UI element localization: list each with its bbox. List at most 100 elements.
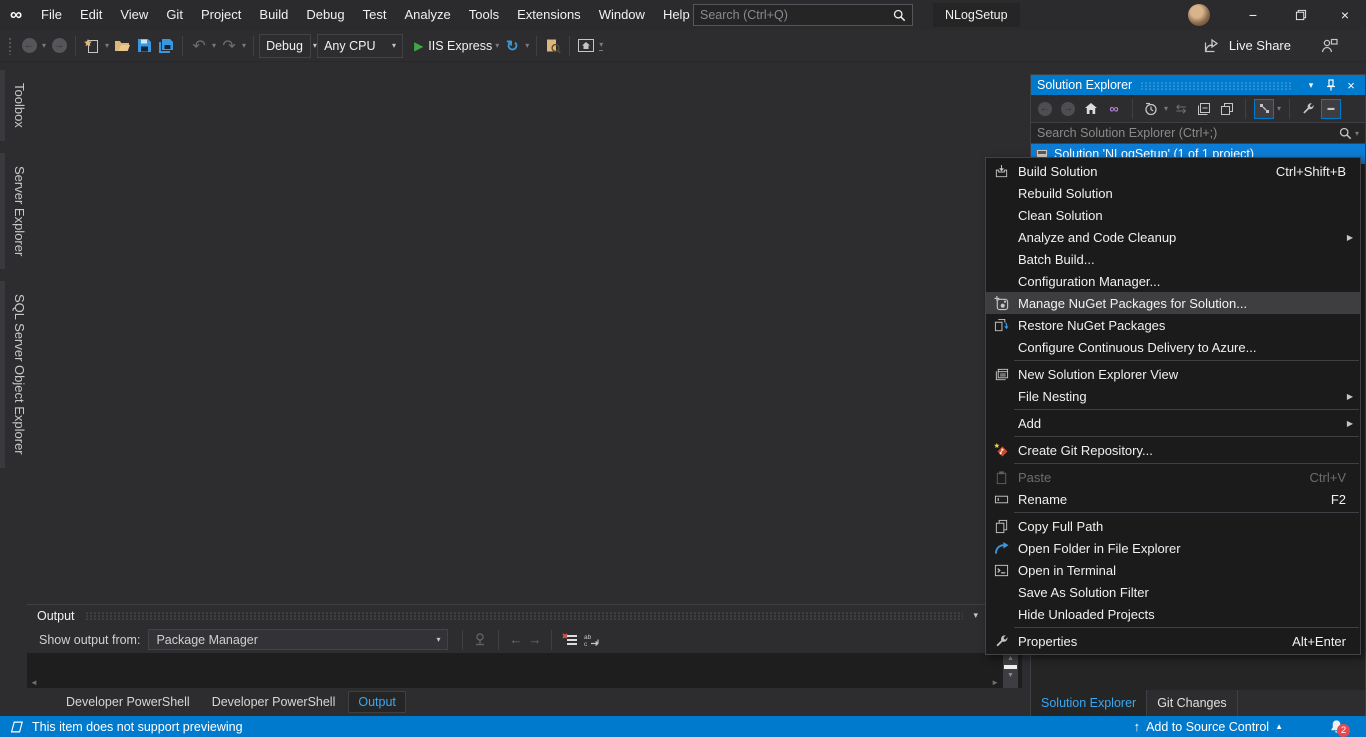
output-window-menu-icon[interactable]: ▾ xyxy=(973,610,978,621)
menu-item-paste[interactable]: Paste Ctrl+V xyxy=(986,466,1360,488)
global-search-input[interactable] xyxy=(694,8,887,22)
menu-item-copy-full-path[interactable]: Copy Full Path xyxy=(986,515,1360,537)
redo-dropdown-icon[interactable]: ▾ xyxy=(242,41,246,50)
sidebar-tab-sql-server-object-explorer[interactable]: SQL Server Object Explorer xyxy=(0,281,27,468)
source-control-menu-icon[interactable]: ▲ xyxy=(1275,722,1283,731)
sidebar-tab-server-explorer[interactable]: Server Explorer xyxy=(0,152,27,270)
menu-item-save-as-solution-filter[interactable]: Save As Solution Filter xyxy=(986,581,1360,603)
toolbar-overflow-icon[interactable]: ▾ xyxy=(599,40,604,51)
preview-selected-items-button[interactable]: ▬ xyxy=(1321,98,1342,119)
pending-changes-filter-button[interactable] xyxy=(1141,99,1161,119)
solution-explorer-search-input[interactable] xyxy=(1037,126,1339,140)
run-target-dropdown-icon[interactable]: ▾ xyxy=(495,41,499,50)
menu-item-add[interactable]: Add ▶ xyxy=(986,412,1360,434)
navigate-back-button[interactable]: ← xyxy=(19,34,39,58)
menu-view[interactable]: View xyxy=(111,0,157,30)
menu-item-configure-continuous-delivery[interactable]: Configure Continuous Delivery to Azure..… xyxy=(986,336,1360,358)
close-button[interactable]: × xyxy=(1328,0,1362,30)
back-button[interactable]: ← xyxy=(1035,99,1055,119)
notifications-button[interactable]: 2 xyxy=(1329,719,1350,737)
menu-item-new-solution-explorer-view[interactable]: New Solution Explorer View xyxy=(986,363,1360,385)
menu-item-rebuild-solution[interactable]: Rebuild Solution xyxy=(986,182,1360,204)
global-search-box[interactable] xyxy=(693,4,913,26)
menu-test[interactable]: Test xyxy=(354,0,396,30)
menu-item-properties[interactable]: Properties Alt+Enter xyxy=(986,630,1360,652)
live-share-label[interactable]: Live Share xyxy=(1229,38,1291,53)
show-all-files-button[interactable] xyxy=(1217,99,1237,119)
menu-item-batch-build[interactable]: Batch Build... xyxy=(986,248,1360,270)
menu-debug[interactable]: Debug xyxy=(297,0,353,30)
menu-item-file-nesting[interactable]: File Nesting ▶ xyxy=(986,385,1360,407)
redo-button[interactable]: ↷ xyxy=(219,34,239,58)
add-to-source-control-button[interactable]: Add to Source Control xyxy=(1146,720,1269,734)
window-position-menu-icon[interactable]: ▾ xyxy=(1303,80,1319,91)
undo-button[interactable]: ↶ xyxy=(189,34,209,58)
new-project-button[interactable] xyxy=(82,34,102,58)
start-debug-button[interactable]: ▶ IIS Express xyxy=(414,34,492,58)
tab-git-changes[interactable]: Git Changes xyxy=(1147,690,1238,716)
output-vertical-scrollbar[interactable]: ▲ ▼ xyxy=(1003,653,1018,689)
minimize-button[interactable]: − xyxy=(1236,0,1270,30)
undo-dropdown-icon[interactable]: ▾ xyxy=(212,41,216,50)
pin-icon[interactable] xyxy=(1323,79,1339,91)
menu-item-build-solution[interactable]: Build Solution Ctrl+Shift+B xyxy=(986,160,1360,182)
home-button[interactable] xyxy=(1081,99,1101,119)
menu-window[interactable]: Window xyxy=(590,0,654,30)
menu-build[interactable]: Build xyxy=(250,0,297,30)
forward-button[interactable]: → xyxy=(1058,99,1078,119)
tab-developer-powershell-2[interactable]: Developer PowerShell xyxy=(203,692,345,712)
tab-developer-powershell-1[interactable]: Developer PowerShell xyxy=(57,692,199,712)
user-avatar[interactable] xyxy=(1188,4,1210,26)
back-dropdown-icon[interactable]: ▾ xyxy=(42,41,46,50)
scroll-right-icon[interactable]: ► xyxy=(991,678,999,687)
refresh-dropdown-icon[interactable]: ▾ xyxy=(525,41,529,50)
close-icon[interactable]: × xyxy=(1343,78,1359,93)
solution-configuration-combo[interactable]: Debug ▾ xyxy=(259,33,317,58)
sync-selection-button[interactable] xyxy=(1254,98,1275,119)
navigate-forward-button[interactable]: → xyxy=(49,34,69,58)
menu-item-rename[interactable]: Rename F2 xyxy=(986,488,1360,510)
new-project-dropdown-icon[interactable]: ▾ xyxy=(105,41,109,50)
solution-explorer-search-box[interactable]: ▾ xyxy=(1031,122,1365,144)
next-message-icon[interactable]: → xyxy=(528,632,541,647)
filter-dropdown-icon[interactable]: ▾ xyxy=(1164,104,1168,113)
menu-help[interactable]: Help xyxy=(654,0,699,30)
save-button[interactable] xyxy=(134,34,154,58)
find-message-in-code-icon[interactable] xyxy=(473,632,488,647)
live-share-icon[interactable] xyxy=(1204,38,1221,53)
solution-platform-combo[interactable]: Any CPU ▾ xyxy=(317,33,404,58)
scrollbar-thumb[interactable] xyxy=(1004,665,1017,669)
tab-solution-explorer[interactable]: Solution Explorer xyxy=(1031,690,1148,716)
find-in-files-button[interactable] xyxy=(543,34,563,58)
clear-all-icon[interactable] xyxy=(562,632,578,647)
menu-item-manage-nuget-packages[interactable]: Manage NuGet Packages for Solution... xyxy=(986,292,1360,314)
switch-views-button[interactable]: ∞ xyxy=(1104,99,1124,119)
menu-extensions[interactable]: Extensions xyxy=(508,0,590,30)
menu-item-analyze-and-code-cleanup[interactable]: Analyze and Code Cleanup ▶ xyxy=(986,226,1360,248)
sync-selection-dropdown-icon[interactable]: ▾ xyxy=(1277,104,1281,113)
menu-project[interactable]: Project xyxy=(192,0,250,30)
output-source-combo[interactable]: Package Manager ▾ xyxy=(148,629,449,650)
panel-drag-texture[interactable] xyxy=(1140,80,1291,90)
open-file-button[interactable] xyxy=(112,34,132,58)
menu-item-configuration-manager[interactable]: Configuration Manager... xyxy=(986,270,1360,292)
collapse-all-button[interactable] xyxy=(1194,99,1214,119)
tab-output[interactable]: Output xyxy=(348,691,406,713)
solution-explorer-title-bar[interactable]: Solution Explorer ▾ × xyxy=(1031,75,1365,95)
menu-item-open-folder-in-file-explorer[interactable]: Open Folder in File Explorer xyxy=(986,537,1360,559)
panel-drag-texture[interactable] xyxy=(84,611,964,620)
menu-item-restore-nuget-packages[interactable]: Restore NuGet Packages xyxy=(986,314,1360,336)
menu-item-hide-unloaded-projects[interactable]: Hide Unloaded Projects xyxy=(986,603,1360,625)
menu-item-clean-solution[interactable]: Clean Solution xyxy=(986,204,1360,226)
menu-git[interactable]: Git xyxy=(157,0,192,30)
scroll-down-icon[interactable]: ▼ xyxy=(1007,670,1014,681)
scroll-left-icon[interactable]: ◄ xyxy=(30,678,38,687)
refresh-button[interactable]: ↻ xyxy=(502,34,522,58)
sidebar-tab-toolbox[interactable]: Toolbox xyxy=(0,70,27,141)
properties-button[interactable] xyxy=(1298,99,1318,119)
search-options-icon[interactable]: ▾ xyxy=(1355,129,1359,138)
menu-tools[interactable]: Tools xyxy=(460,0,508,30)
menu-item-open-in-terminal[interactable]: Open in Terminal xyxy=(986,559,1360,581)
web-preview-button[interactable] xyxy=(576,34,596,58)
menu-item-create-git-repository[interactable]: Create Git Repository... xyxy=(986,439,1360,461)
